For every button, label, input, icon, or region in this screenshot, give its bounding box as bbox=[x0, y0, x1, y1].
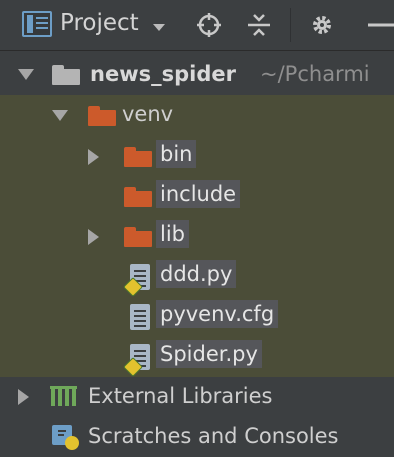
expand-arrow-icon[interactable] bbox=[88, 229, 99, 245]
chevron-down-icon[interactable] bbox=[153, 24, 165, 31]
tree-row-root[interactable]: news_spider ~/Pcharmi bbox=[0, 55, 394, 95]
expand-arrow-icon[interactable] bbox=[18, 69, 34, 80]
excluded-folder-icon bbox=[124, 147, 152, 167]
library-icon bbox=[50, 386, 77, 406]
python-file-icon bbox=[123, 264, 150, 297]
tree-row-bin[interactable]: bin bbox=[0, 137, 394, 177]
python-file-icon bbox=[123, 344, 150, 377]
tree-row-scratches[interactable]: Scratches and Consoles bbox=[0, 417, 394, 457]
project-toolbar: Project bbox=[0, 0, 394, 51]
tree-row-file[interactable]: ddd.py bbox=[0, 257, 394, 297]
project-view-icon[interactable] bbox=[22, 11, 52, 37]
tree-row-lib[interactable]: lib bbox=[0, 217, 394, 257]
tree-label-root: news_spider bbox=[90, 62, 236, 86]
tree-row-include[interactable]: include bbox=[0, 177, 394, 217]
locate-icon[interactable] bbox=[196, 12, 222, 38]
toolbar-divider bbox=[290, 8, 291, 42]
expand-arrow-icon[interactable] bbox=[88, 149, 99, 165]
project-view-selector[interactable]: Project bbox=[60, 10, 139, 36]
tree-label-file: ddd.py bbox=[156, 260, 237, 288]
folder-icon bbox=[52, 65, 80, 85]
expand-arrow-icon[interactable] bbox=[18, 389, 29, 405]
tree-label-bin: bin bbox=[156, 140, 197, 168]
tree-path-hint: ~/Pcharmi bbox=[260, 62, 370, 86]
tree-label-file: pyvenv.cfg bbox=[156, 300, 279, 328]
tree-label-include: include bbox=[156, 180, 241, 208]
hide-icon[interactable] bbox=[364, 12, 394, 38]
tree-label-venv: venv bbox=[122, 102, 174, 126]
excluded-folder-icon bbox=[124, 187, 152, 207]
collapse-all-icon[interactable] bbox=[246, 12, 272, 38]
tree-label-file: Spider.py bbox=[156, 340, 262, 368]
gear-icon[interactable] bbox=[309, 12, 335, 38]
tree-row-external-libraries[interactable]: External Libraries bbox=[0, 377, 394, 417]
excluded-folder-icon bbox=[88, 106, 116, 126]
tree-row-file[interactable]: Spider.py bbox=[0, 337, 394, 377]
tree-label-scratches: Scratches and Consoles bbox=[88, 424, 339, 448]
tree-row-file[interactable]: pyvenv.cfg bbox=[0, 297, 394, 337]
tree-row-venv[interactable]: venv bbox=[0, 95, 394, 137]
expand-arrow-icon[interactable] bbox=[52, 110, 68, 121]
tree-label-external-libraries: External Libraries bbox=[88, 384, 273, 408]
excluded-folder-icon bbox=[124, 227, 152, 247]
config-file-icon bbox=[130, 304, 150, 330]
tree-label-lib: lib bbox=[156, 220, 189, 248]
